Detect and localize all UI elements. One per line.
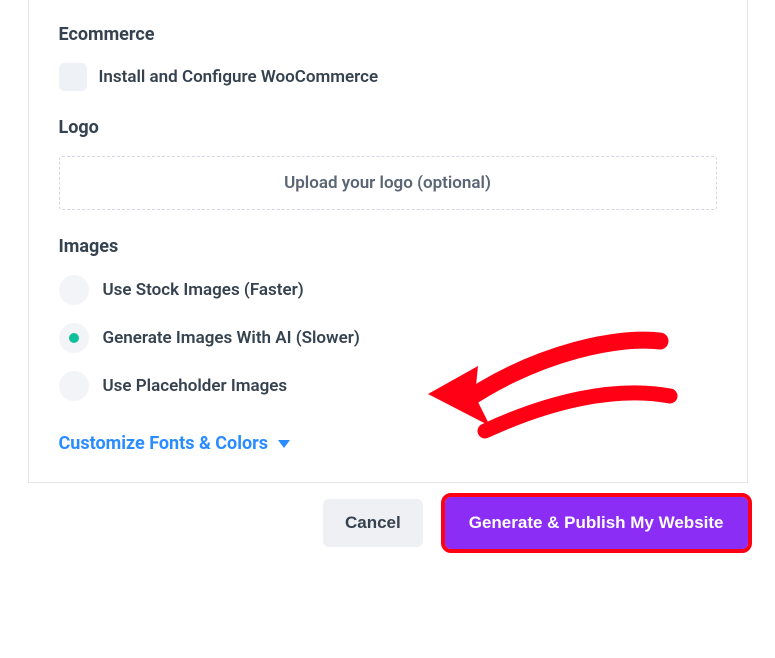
logo-section: Logo Upload your logo (optional) [59, 117, 717, 210]
radio-label: Use Placeholder Images [103, 376, 288, 396]
radio-label: Generate Images With AI (Slower) [103, 328, 360, 348]
logo-heading: Logo [59, 117, 717, 138]
generate-publish-button[interactable]: Generate & Publish My Website [445, 497, 748, 549]
customize-link-text: Customize Fonts & Colors [59, 433, 268, 454]
ecommerce-heading: Ecommerce [59, 24, 717, 45]
radio-button[interactable] [59, 371, 89, 401]
radio-label: Use Stock Images (Faster) [103, 280, 304, 300]
settings-panel: Ecommerce Install and Configure WooComme… [28, 0, 748, 483]
chevron-down-icon [278, 440, 290, 448]
logo-upload-text: Upload your logo (optional) [284, 173, 491, 193]
radio-stock-images[interactable]: Use Stock Images (Faster) [59, 275, 717, 305]
woocommerce-checkbox[interactable] [59, 63, 87, 91]
cancel-button[interactable]: Cancel [323, 499, 423, 547]
images-section: Images Use Stock Images (Faster) Generat… [59, 236, 717, 401]
woocommerce-checkbox-label: Install and Configure WooCommerce [99, 67, 379, 87]
radio-button[interactable] [59, 323, 89, 353]
woocommerce-checkbox-row[interactable]: Install and Configure WooCommerce [59, 63, 717, 91]
radio-button[interactable] [59, 275, 89, 305]
images-heading: Images [59, 236, 717, 257]
radio-placeholder-images[interactable]: Use Placeholder Images [59, 371, 717, 401]
radio-ai-images[interactable]: Generate Images With AI (Slower) [59, 323, 717, 353]
ecommerce-section: Ecommerce Install and Configure WooComme… [59, 24, 717, 91]
action-buttons-row: Cancel Generate & Publish My Website [28, 497, 748, 549]
logo-upload-zone[interactable]: Upload your logo (optional) [59, 156, 717, 210]
images-radio-group: Use Stock Images (Faster) Generate Image… [59, 275, 717, 401]
customize-fonts-colors-link[interactable]: Customize Fonts & Colors [59, 433, 290, 454]
